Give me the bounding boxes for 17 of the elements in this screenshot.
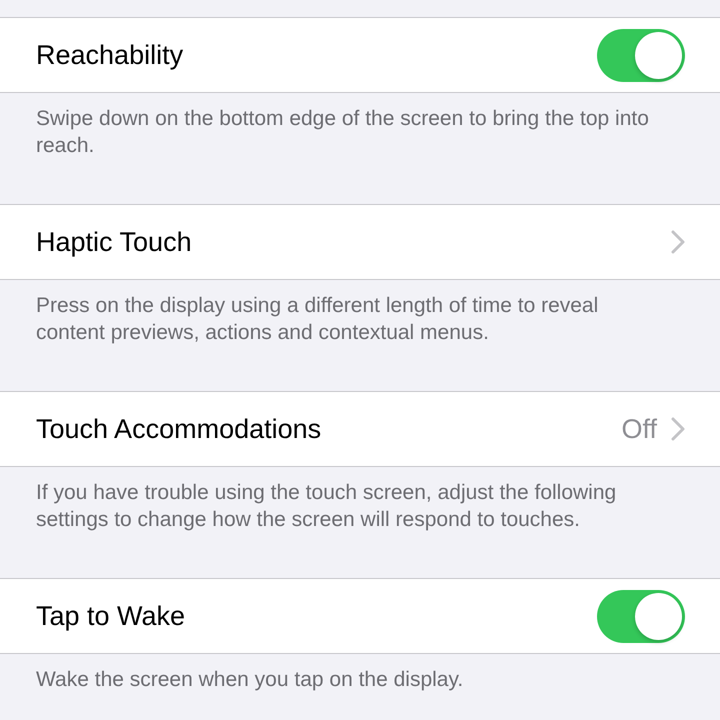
toggle-switch[interactable] bbox=[597, 590, 685, 642]
row-value: Off bbox=[621, 414, 657, 444]
row-label: Touch Accommodations bbox=[36, 414, 322, 444]
settings-row[interactable]: Tap to Wake bbox=[0, 578, 720, 654]
footer-text: Press on the display using a different length of time to reveal content previews, actions and contextual menus. bbox=[35, 293, 600, 346]
row-label: Haptic Touch bbox=[36, 226, 193, 258]
footer-text: Swipe down on the bottom edge of the screen to bring the top into reach. bbox=[35, 106, 650, 159]
chevron-icon bbox=[671, 230, 685, 254]
settings-row[interactable]: Haptic Touch bbox=[0, 204, 720, 280]
footer-text: If you have trouble using the touch screen, adjust the following settings to change how the screen will respond to touches. bbox=[35, 480, 618, 533]
toggle-switch[interactable] bbox=[597, 28, 685, 82]
footer-text: Wake the screen when you tap on the display. bbox=[35, 667, 464, 693]
row-label: Reachability bbox=[36, 40, 184, 70]
settings-row[interactable]: Touch Accommodations Off bbox=[0, 391, 720, 467]
row-label: Tap to Wake bbox=[36, 600, 186, 632]
chevron-icon bbox=[671, 417, 685, 441]
settings-row[interactable]: Reachability bbox=[0, 17, 720, 93]
